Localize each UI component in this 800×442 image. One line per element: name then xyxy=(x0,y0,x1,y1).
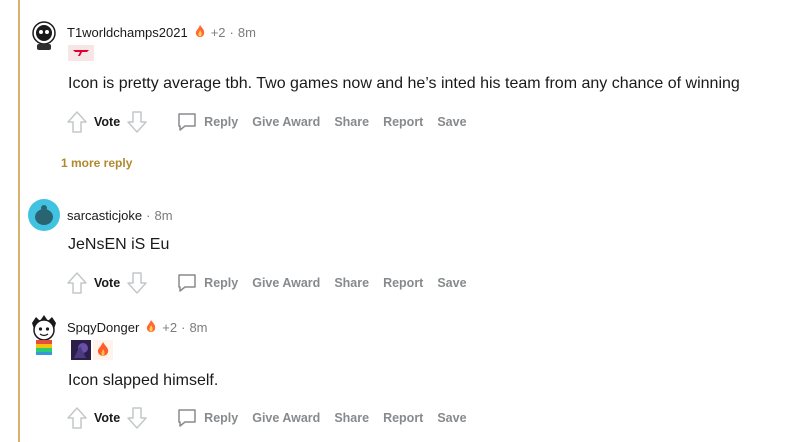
comment-actions: Vote Reply Give Award Share Report Save xyxy=(66,109,467,135)
fire-flair-icon xyxy=(93,340,113,360)
comment-meta: T1worldchamps2021 +2 · 8m xyxy=(67,24,256,40)
meta-separator: · xyxy=(146,208,151,223)
comment-body: JeNsEN iS Eu xyxy=(68,236,170,253)
more-replies-link[interactable]: 1 more reply xyxy=(61,156,132,170)
reply-label: Reply xyxy=(204,276,239,290)
user-flair xyxy=(68,45,94,61)
upvote-arrow-icon[interactable] xyxy=(66,406,88,430)
thread-line[interactable] xyxy=(18,0,20,442)
reply-button[interactable]: Reply xyxy=(176,272,238,294)
upvote-arrow-icon[interactable] xyxy=(66,110,88,134)
champion-portrait-flair-icon xyxy=(71,340,91,360)
meta-separator: · xyxy=(229,24,234,40)
share-button[interactable]: Share xyxy=(334,411,369,425)
give-award-button[interactable]: Give Award xyxy=(252,115,320,129)
reply-button[interactable]: Reply xyxy=(176,407,238,429)
give-award-button[interactable]: Give Award xyxy=(252,411,320,425)
timestamp[interactable]: 8m xyxy=(189,320,207,335)
comment-meta: sarcasticjoke · 8m xyxy=(67,208,173,223)
downvote-arrow-icon[interactable] xyxy=(126,271,148,295)
user-flair xyxy=(71,340,113,360)
fire-award-icon[interactable] xyxy=(192,24,208,40)
report-button[interactable]: Report xyxy=(383,411,423,425)
vote-count: Vote xyxy=(94,411,121,425)
comment-actions: Vote Reply Give Award Share Report Save xyxy=(66,270,467,296)
comment-actions: Vote Reply Give Award Share Report Save xyxy=(66,405,467,431)
save-button[interactable]: Save xyxy=(437,115,466,129)
vote-count: Vote xyxy=(94,115,121,129)
reply-label: Reply xyxy=(204,115,239,129)
reply-label: Reply xyxy=(204,411,239,425)
user-avatar[interactable] xyxy=(28,313,60,355)
report-button[interactable]: Report xyxy=(383,115,423,129)
vote-count: Vote xyxy=(94,276,121,290)
username[interactable]: T1worldchamps2021 xyxy=(67,25,188,40)
fire-award-icon[interactable] xyxy=(143,319,159,335)
comment-body: Icon is pretty average tbh. Two games no… xyxy=(68,75,740,92)
award-count: +2 xyxy=(210,24,226,40)
comment-meta: SpqyDonger +2 · 8m xyxy=(67,319,208,335)
award-count: +2 xyxy=(162,319,178,335)
t1-logo-flair-icon xyxy=(68,45,94,61)
username[interactable]: sarcasticjoke xyxy=(67,208,142,223)
comment-bubble-icon xyxy=(178,113,196,131)
share-button[interactable]: Share xyxy=(334,115,369,129)
user-avatar[interactable] xyxy=(28,18,60,50)
save-button[interactable]: Save xyxy=(437,276,466,290)
downvote-arrow-icon[interactable] xyxy=(126,406,148,430)
comment-bubble-icon xyxy=(178,409,196,427)
reply-button[interactable]: Reply xyxy=(176,111,238,133)
comment-body: Icon slapped himself. xyxy=(68,372,219,389)
username[interactable]: SpqyDonger xyxy=(67,320,139,335)
timestamp[interactable]: 8m xyxy=(238,25,256,40)
meta-separator: · xyxy=(181,319,186,335)
upvote-arrow-icon[interactable] xyxy=(66,271,88,295)
share-button[interactable]: Share xyxy=(334,276,369,290)
comment-bubble-icon xyxy=(178,274,196,292)
user-avatar[interactable] xyxy=(28,199,60,231)
report-button[interactable]: Report xyxy=(383,276,423,290)
give-award-button[interactable]: Give Award xyxy=(252,276,320,290)
save-button[interactable]: Save xyxy=(437,411,466,425)
timestamp[interactable]: 8m xyxy=(154,208,172,223)
downvote-arrow-icon[interactable] xyxy=(126,110,148,134)
